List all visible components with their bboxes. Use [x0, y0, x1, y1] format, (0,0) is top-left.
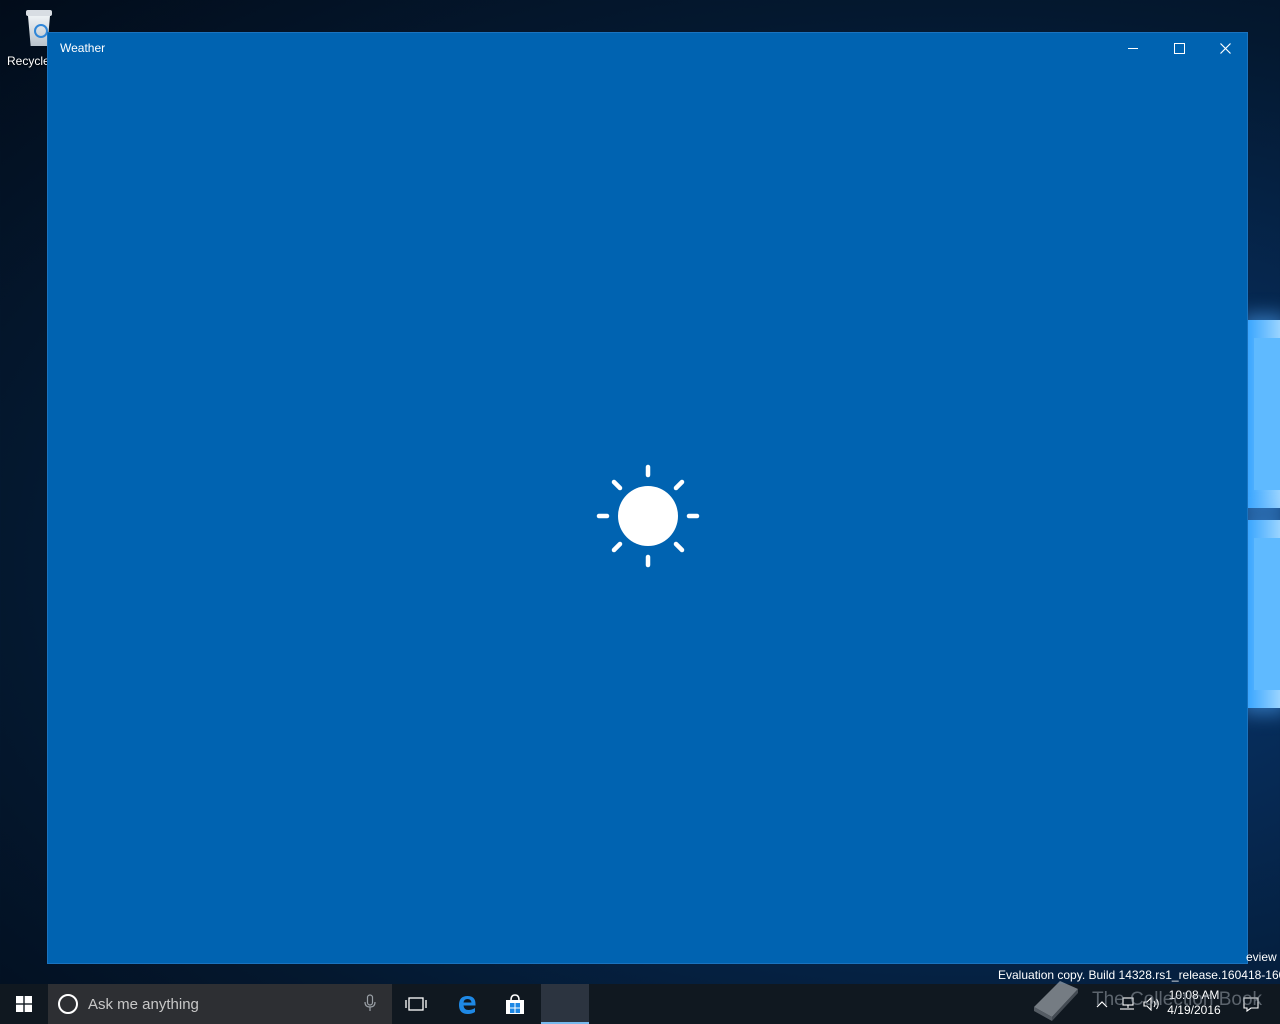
minimize-icon — [1128, 48, 1138, 49]
volume-icon — [1143, 997, 1159, 1011]
windows-logo-icon — [16, 996, 32, 1012]
evaluation-text-line1: eview — [1246, 950, 1277, 964]
start-button[interactable] — [0, 984, 48, 1024]
edge-button[interactable] — [443, 984, 491, 1024]
volume-button[interactable] — [1142, 984, 1162, 1024]
maximize-button[interactable] — [1156, 33, 1202, 64]
task-view-button[interactable] — [392, 984, 440, 1024]
evaluation-text-line2: Evaluation copy. Build 14328.rs1_release… — [998, 968, 1280, 982]
weather-window: Weather — [47, 32, 1248, 964]
minimize-button[interactable] — [1110, 33, 1156, 64]
cortana-icon — [58, 994, 78, 1014]
network-button[interactable] — [1118, 984, 1136, 1024]
task-view-icon — [405, 997, 427, 1011]
edge-icon — [459, 996, 476, 1014]
store-icon — [506, 994, 524, 1014]
action-center-button[interactable] — [1238, 984, 1264, 1024]
sun-icon — [596, 464, 700, 568]
close-button[interactable] — [1202, 33, 1248, 64]
maximize-icon — [1173, 43, 1185, 54]
notification-icon — [1243, 997, 1259, 1012]
window-title: Weather — [60, 41, 106, 55]
chevron-up-icon — [1096, 1001, 1108, 1008]
title-bar[interactable]: Weather — [48, 33, 1247, 64]
close-icon — [1219, 43, 1231, 54]
taskbar-clock[interactable]: 10:08 AM 4/19/2016 — [1166, 988, 1222, 1018]
show-hidden-icons-button[interactable] — [1094, 984, 1110, 1024]
microphone-icon[interactable] — [364, 994, 376, 1012]
network-icon — [1120, 997, 1134, 1010]
store-button[interactable] — [491, 984, 539, 1024]
clock-date: 4/19/2016 — [1167, 1003, 1221, 1017]
desktop-wallpaper-logo — [1248, 320, 1280, 710]
weather-taskbar-button[interactable] — [541, 984, 589, 1024]
search-box[interactable]: Ask me anything — [48, 984, 392, 1024]
search-placeholder: Ask me anything — [88, 996, 199, 1013]
taskbar: Ask me anything 10:08 AM 4/19/2016 — [0, 984, 1280, 1024]
clock-time: 10:08 AM — [1168, 988, 1220, 1002]
